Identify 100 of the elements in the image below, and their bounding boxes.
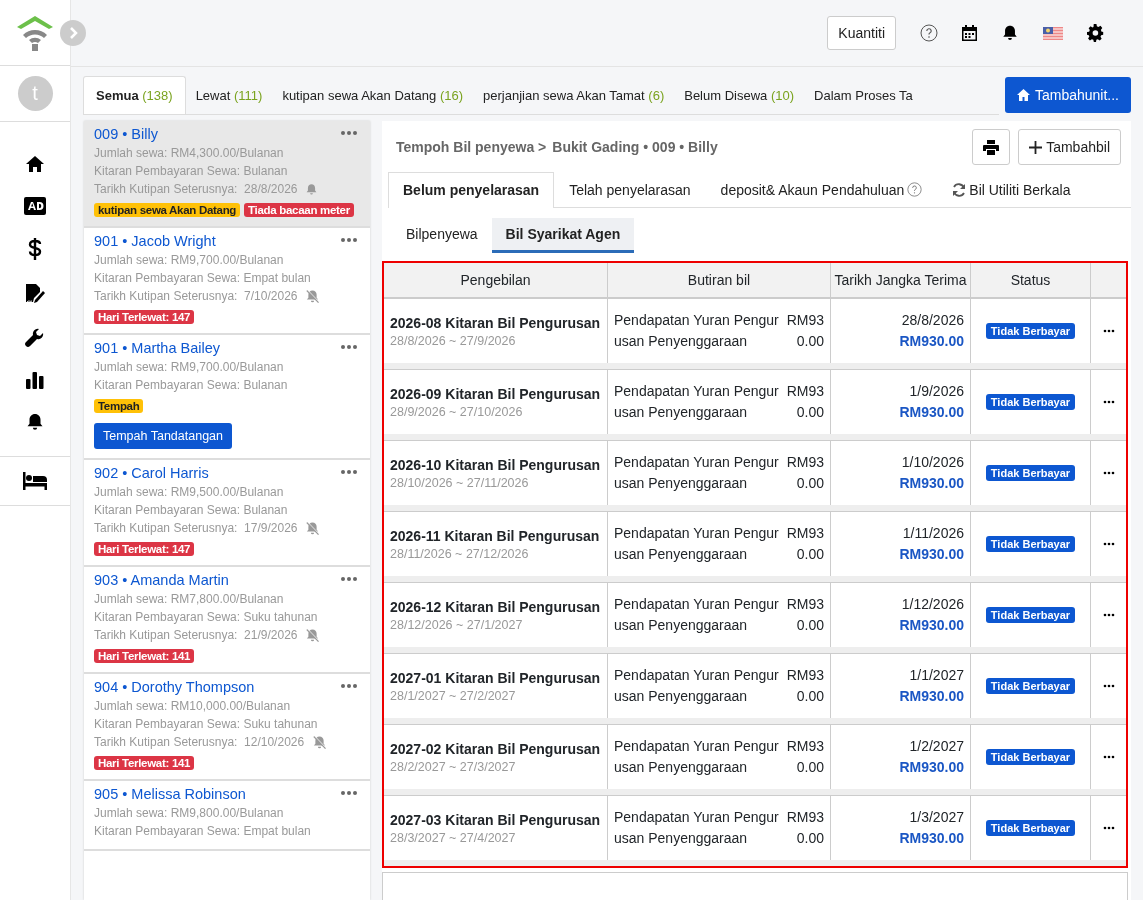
ad-icon[interactable] [24,197,46,215]
bill-tab[interactable]: Telah penyelarasan [554,171,706,207]
breadcrumb-link[interactable]: Tempoh Bil penyewa > [396,139,547,156]
filter-tab[interactable]: Semua (138) [83,76,186,114]
unit-card[interactable]: 901 • Jacob Wright Jumlah sewa: RM9,700.00/Bulanan Kitaran Pembayaran Sewa: Empat bulan Tarikh Kutipan Seterusnya: 7/10/2026 Hari Terlewat: 147 [84,228,370,335]
filter-tab[interactable]: perjanjian sewa Akan Tamat (6) [473,76,675,114]
printer-icon [983,139,1000,155]
settings-icon[interactable] [1087,24,1105,42]
bell-slash-icon[interactable] [312,734,328,750]
bell-slash-icon[interactable] [305,288,321,304]
filter-tab[interactable]: Lewat (111) [185,76,273,114]
more-icon[interactable] [1102,400,1115,405]
bell-icon[interactable] [1001,24,1019,42]
more-icon[interactable] [1102,613,1115,618]
cycle-text: Kitaran Pembayaran Sewa: Empat bulan [94,823,312,840]
sub-tab[interactable]: Bilpenyewa [392,217,492,254]
unit-title: 009 • Billy [94,126,158,142]
unit-title: 904 • Dorothy Thompson [94,679,255,695]
bill-description: Pendapatan Yuran Pengurusan Penyenggaraan [614,737,780,778]
more-icon[interactable] [1102,329,1115,334]
wrench-icon[interactable] [25,328,45,348]
chart-icon[interactable] [26,371,44,389]
bill-title: 2026-08 Kitaran Bil Pengurusan [390,314,601,331]
bell-slash-icon[interactable] [305,520,321,536]
bill-title: 2026-09 Kitaran Bil Pengurusan [390,385,601,402]
rent-text: Jumlah sewa: RM9,700.00/Bulanan [94,252,285,269]
more-icon[interactable] [1102,755,1115,760]
bill-amount: RM930.00 [785,524,824,565]
next-date-text: Tarikh Kutipan Seterusnya: 12/10/2026 [94,734,305,751]
bill-amount: RM930.00 [785,453,824,494]
rent-text: Jumlah sewa: RM10,000.00/Bulanan [94,698,292,715]
unit-card[interactable]: 901 • Martha Bailey Jumlah sewa: RM9,700.00/Bulanan Kitaran Pembayaran Sewa: Bulanan Tempah Tempah Tandatangan [84,335,370,460]
status-badge: Tidak Berbayar [985,536,1076,553]
bill-title: 2026-12 Kitaran Bil Pengurusan [390,598,601,615]
filter-tab[interactable]: kutipan sewa Akan Datang (16) [272,76,474,114]
house-icon [1016,89,1030,101]
due-date: 1/2/2027 [909,737,964,757]
status-badge: Tidak Berbayar [985,820,1076,837]
bed-icon[interactable] [23,472,47,490]
more-icon[interactable] [1102,542,1115,547]
filter-tab[interactable]: Belum Disewa (10) [674,76,805,114]
refresh-icon [952,182,967,197]
status-badge: Tidak Berbayar [985,749,1076,766]
bill-description: Pendapatan Yuran Pengurusan Penyenggaraan [614,524,780,565]
bill-total: RM930.00 [899,687,964,707]
status-badge: Tidak Berbayar [985,607,1076,624]
status-tag: Tempah [94,399,144,413]
dollar-icon[interactable] [28,238,42,260]
add-bill-button[interactable]: Tambahbil [1018,129,1121,166]
cycle-text: Kitaran Pembayaran Sewa: Bulanan [94,502,289,519]
unit-card[interactable]: 903 • Amanda Martin Jumlah sewa: RM7,800.00/Bulanan Kitaran Pembayaran Sewa: Suku tahunan Tarikh Kutipan Seterusnya: 21/9/2026 Hari Terlewat: 141 [84,567,370,674]
sub-tab[interactable]: Bil Syarikat Agen [491,217,635,254]
rent-text: Jumlah sewa: RM9,500.00/Bulanan [94,484,285,501]
bill-amount: RM930.00 [785,666,824,707]
unit-card[interactable]: 905 • Melissa Robinson Jumlah sewa: RM9,800.00/Bulanan Kitaran Pembayaran Sewa: Empat bulan [84,781,370,851]
due-date: 1/1/2027 [909,666,964,686]
more-icon[interactable] [1102,684,1115,689]
bill-total: RM930.00 [899,545,964,565]
bill-period: 28/3/2027 ~ 27/4/2027 [390,830,517,845]
cycle-text: Kitaran Pembayaran Sewa: Bulanan [94,377,289,394]
due-date: 1/12/2026 [901,595,964,615]
more-icon[interactable] [1102,471,1115,476]
next-date-text: Tarikh Kutipan Seterusnya: 21/9/2026 [94,627,298,644]
bell-icon[interactable] [25,412,45,432]
bill-period: 28/8/2026 ~ 27/9/2026 [390,333,517,348]
bill-tab[interactable]: deposit& Akaun Pendahuluan [705,171,938,207]
unit-card[interactable]: 902 • Carol Harris Jumlah sewa: RM9,500.00/Bulanan Kitaran Pembayaran Sewa: Bulanan Tarikh Kutipan Seterusnya: 17/9/2026 Hari Terlewat: 147 [84,460,370,567]
cycle-text: Kitaran Pembayaran Sewa: Suku tahunan [94,609,319,626]
due-date: 1/11/2026 [902,524,964,544]
home-icon[interactable] [25,154,45,174]
quantity-button[interactable]: Kuantiti [827,16,896,50]
bill-description: Pendapatan Yuran Pengurusan Penyenggaraan [614,808,780,849]
unit-card[interactable]: 904 • Dorothy Thompson Jumlah sewa: RM10,000.00/Bulanan Kitaran Pembayaran Sewa: Suku tahunan Tarikh Kutipan Seterusnya: 12/10/2026 Hari Terlewat: 141 [84,674,370,781]
status-badge: Tidak Berbayar [985,678,1076,695]
bill-period: 28/11/2026 ~ 27/12/2026 [390,546,530,561]
bill-total: RM930.00 [899,829,964,849]
bill-title: 2027-01 Kitaran Bil Pengurusan [390,669,601,686]
filter-tab[interactable]: Dalam Proses Ta [804,76,923,114]
bill-amount: RM930.00 [785,311,824,352]
sign-button[interactable]: Tempah Tandatangan [94,423,232,449]
flag-icon[interactable] [1043,26,1063,40]
bill-tab[interactable]: Bil Utiliti Berkala [937,171,1086,207]
bill-tab[interactable]: Belum penyelarasan [388,171,555,208]
rent-text: Jumlah sewa: RM9,700.00/Bulanan [94,359,285,376]
help-icon[interactable] [920,24,938,42]
bill-amount: RM930.00 [785,737,824,778]
bell-slash-icon[interactable] [305,627,321,643]
print-button[interactable] [972,129,1011,166]
calendar-icon[interactable] [962,25,977,41]
unit-title: 905 • Melissa Robinson [94,786,246,802]
next-date-text: Tarikh Kutipan Seterusnya: 28/8/2026 [94,181,298,198]
more-icon[interactable] [1102,826,1115,831]
status-tag: Hari Terlewat: 141 [94,756,195,770]
signature-icon[interactable] [24,283,46,305]
due-date: 1/3/2027 [909,808,964,828]
bill-description: Pendapatan Yuran Pengurusan Penyenggaraan [614,311,780,352]
bill-period: 28/1/2027 ~ 27/2/2027 [390,688,517,703]
help-icon [907,182,923,198]
cycle-text: Kitaran Pembayaran Sewa: Suku tahunan [94,716,319,733]
add-unit-button[interactable]: Tambahunit... [1004,77,1131,113]
